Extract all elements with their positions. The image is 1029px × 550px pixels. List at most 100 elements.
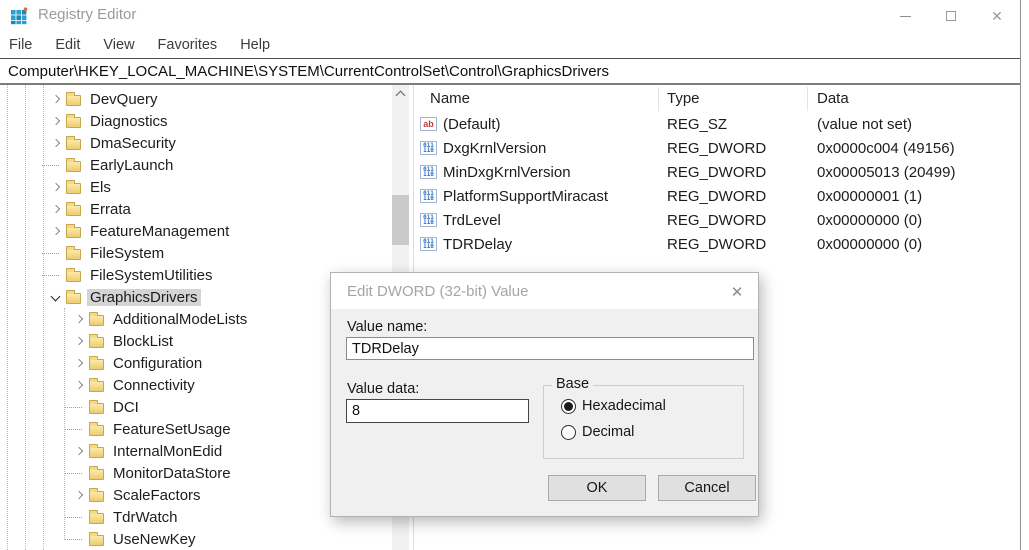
chevron-right-icon[interactable] — [71, 330, 89, 352]
tree-item[interactable]: DevQuery — [0, 88, 392, 110]
title-bar: Registry Editor ✕ — [0, 0, 1029, 32]
minimize-button[interactable] — [882, 0, 928, 32]
radio-label: Hexadecimal — [582, 398, 666, 414]
value-data-input[interactable]: 8 — [346, 399, 529, 423]
chevron-right-icon[interactable] — [48, 88, 66, 110]
close-icon: ✕ — [991, 9, 1003, 23]
tree-item-label: BlockList — [110, 333, 176, 350]
window-border — [1020, 0, 1021, 550]
folder-icon — [89, 447, 104, 458]
tree-item-label: TdrWatch — [110, 509, 180, 526]
tree-item[interactable]: EarlyLaunch — [0, 154, 392, 176]
scrollbar-thumb[interactable] — [392, 195, 409, 245]
folder-icon — [66, 271, 81, 282]
folder-icon — [89, 381, 104, 392]
value-data: 0x00000000 (0) — [817, 236, 922, 253]
base-group-label: Base — [552, 376, 593, 392]
close-button[interactable]: ✕ — [974, 0, 1020, 32]
chevron-down-icon[interactable] — [48, 286, 66, 308]
dialog-close-button[interactable]: ✕ — [726, 281, 748, 303]
folder-icon — [89, 425, 104, 436]
chevron-right-icon[interactable] — [48, 110, 66, 132]
menu-file[interactable]: File — [9, 37, 32, 53]
value-type: REG_DWORD — [667, 164, 766, 181]
chevron-right-icon[interactable] — [71, 308, 89, 330]
folder-icon — [89, 513, 104, 524]
tree-item-label: ScaleFactors — [110, 487, 204, 504]
chevron-right-icon[interactable] — [48, 220, 66, 242]
tree-item-label: Els — [87, 179, 114, 196]
folder-icon — [89, 491, 104, 502]
radio-hexadecimal[interactable]: Hexadecimal — [561, 398, 666, 414]
cancel-button[interactable]: Cancel — [658, 475, 756, 501]
dword-value-icon — [420, 237, 437, 251]
tree-item-label: MonitorDataStore — [110, 465, 234, 482]
radio-selected-icon[interactable] — [561, 399, 576, 414]
menu-help[interactable]: Help — [240, 37, 270, 53]
menu-edit[interactable]: Edit — [55, 37, 80, 53]
chevron-right-icon[interactable] — [48, 176, 66, 198]
chevron-right-icon[interactable] — [48, 198, 66, 220]
tree-line-dash — [71, 396, 89, 418]
value-data-text: 8 — [352, 403, 360, 419]
tree-item-label: Errata — [87, 201, 134, 218]
value-name: TrdLevel — [443, 212, 501, 229]
folder-icon — [66, 139, 81, 150]
chevron-right-icon[interactable] — [71, 352, 89, 374]
list-row[interactable]: TDRDelay REG_DWORD 0x00000000 (0) — [415, 233, 1020, 257]
list-row[interactable]: MinDxgKrnlVersion REG_DWORD 0x00005013 (… — [415, 161, 1020, 185]
value-data: (value not set) — [817, 116, 912, 133]
edit-dword-dialog: Edit DWORD (32-bit) Value ✕ Value name: … — [330, 272, 759, 517]
folder-icon — [66, 227, 81, 238]
value-type: REG_DWORD — [667, 140, 766, 157]
column-separator[interactable] — [658, 87, 659, 111]
value-name-text: TDRDelay — [352, 341, 419, 357]
tree-line-dash — [71, 506, 89, 528]
value-name: MinDxgKrnlVersion — [443, 164, 571, 181]
chevron-right-icon[interactable] — [71, 440, 89, 462]
tree-line-dash — [48, 264, 66, 286]
list-row[interactable]: TrdLevel REG_DWORD 0x00000000 (0) — [415, 209, 1020, 233]
column-separator[interactable] — [807, 87, 808, 111]
menu-favorites[interactable]: Favorites — [158, 37, 218, 53]
value-data: 0x00000001 (1) — [817, 188, 922, 205]
column-header-name[interactable]: Name — [430, 90, 470, 107]
tree-item-label: UseNewKey — [110, 531, 199, 548]
value-data: 0x0000c004 (49156) — [817, 140, 955, 157]
folder-icon — [89, 337, 104, 348]
column-header-data[interactable]: Data — [817, 90, 849, 107]
address-bar[interactable]: Computer\HKEY_LOCAL_MACHINE\SYSTEM\Curre… — [0, 58, 1021, 85]
tree-item[interactable]: Errata — [0, 198, 392, 220]
radio-unselected-icon[interactable] — [561, 425, 576, 440]
menu-view[interactable]: View — [103, 37, 134, 53]
folder-icon — [89, 535, 104, 546]
tree-item-label: FeatureManagement — [87, 223, 232, 240]
tree-item[interactable]: Els — [0, 176, 392, 198]
tree-item[interactable]: DmaSecurity — [0, 132, 392, 154]
value-data-label: Value data: — [347, 381, 419, 397]
chevron-right-icon[interactable] — [71, 484, 89, 506]
tree-item[interactable]: FileSystem — [0, 242, 392, 264]
value-name-input[interactable]: TDRDelay — [346, 337, 754, 360]
list-row[interactable]: (Default) REG_SZ (value not set) — [415, 113, 1020, 137]
list-row[interactable]: DxgKrnlVersion REG_DWORD 0x0000c004 (491… — [415, 137, 1020, 161]
scroll-up-button[interactable] — [392, 85, 409, 102]
folder-icon — [89, 359, 104, 370]
list-row[interactable]: PlatformSupportMiracast REG_DWORD 0x0000… — [415, 185, 1020, 209]
dword-value-icon — [420, 165, 437, 179]
tree-line-dash — [71, 462, 89, 484]
registry-editor-icon — [10, 7, 28, 25]
tree-item-label: EarlyLaunch — [87, 157, 176, 174]
tree-item[interactable]: FeatureManagement — [0, 220, 392, 242]
folder-icon — [66, 95, 81, 106]
radio-decimal[interactable]: Decimal — [561, 424, 634, 440]
tree-item[interactable]: UseNewKey — [0, 528, 392, 550]
chevron-right-icon[interactable] — [48, 132, 66, 154]
column-header-type[interactable]: Type — [667, 90, 700, 107]
chevron-right-icon[interactable] — [71, 374, 89, 396]
maximize-button[interactable] — [928, 0, 974, 32]
folder-icon — [89, 403, 104, 414]
value-name: (Default) — [443, 116, 501, 133]
tree-item[interactable]: Diagnostics — [0, 110, 392, 132]
ok-button[interactable]: OK — [548, 475, 646, 501]
